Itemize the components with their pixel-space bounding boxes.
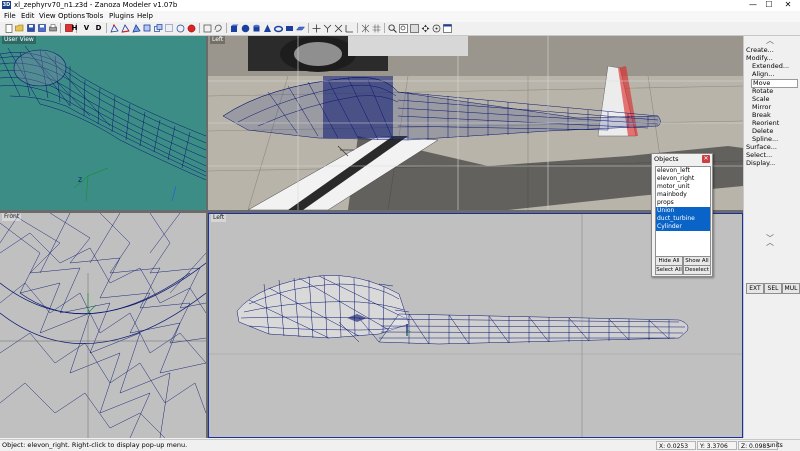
cmd-break[interactable]: Break xyxy=(752,111,771,119)
create-cylinder-icon[interactable] xyxy=(252,23,261,33)
cmd-mirror[interactable]: Mirror xyxy=(752,103,771,111)
coord-y: Y: 3.3706 xyxy=(697,441,737,450)
cmd-modify[interactable]: Modify... xyxy=(746,54,773,62)
create-plane-icon[interactable] xyxy=(296,23,305,33)
units-label: units xyxy=(768,442,783,449)
mode-sel-button[interactable]: SEL xyxy=(764,283,782,294)
deselect-button[interactable]: Deselect xyxy=(683,265,711,275)
window-title: xl_zephyrv70_n1.z3d - Zanoza Modeler v1.… xyxy=(14,1,178,9)
rotate-tool-icon[interactable] xyxy=(323,23,332,33)
close-window-button[interactable]: ✕ xyxy=(778,0,798,10)
list-item-props[interactable]: props xyxy=(656,199,710,207)
app-icon: 3D xyxy=(2,1,11,9)
print-icon[interactable] xyxy=(48,23,57,33)
view-v-button[interactable]: V xyxy=(82,23,91,33)
cmd-align[interactable]: Align... xyxy=(752,70,775,78)
expand-up-icon[interactable]: ︿ xyxy=(766,239,774,247)
lasso-icon[interactable] xyxy=(214,23,223,33)
select-object-icon[interactable] xyxy=(143,23,152,33)
axis-tool-icon[interactable] xyxy=(345,23,354,33)
mode-mul-button[interactable]: MUL xyxy=(782,283,800,294)
cmd-extended[interactable]: Extended... xyxy=(752,62,789,70)
open-file-icon[interactable] xyxy=(15,23,24,33)
select-group-icon[interactable] xyxy=(154,23,163,33)
scale-tool-icon[interactable] xyxy=(334,23,343,33)
menu-tools[interactable]: Tools xyxy=(86,12,103,21)
command-panel: ︿ Create... Modify... Extended... Align.… xyxy=(743,36,800,438)
save-as-icon[interactable] xyxy=(37,23,46,33)
cmd-surface[interactable]: Surface... xyxy=(746,143,777,151)
list-item-elevon-left[interactable]: elevon_left xyxy=(656,167,710,175)
cmd-delete[interactable]: Delete xyxy=(752,127,773,135)
mode-ext-button[interactable]: EXT xyxy=(746,283,764,294)
save-icon[interactable] xyxy=(26,23,35,33)
select-all-icon[interactable] xyxy=(165,23,174,33)
cmd-spline[interactable]: Spline... xyxy=(752,135,778,143)
select-face-icon[interactable] xyxy=(132,23,141,33)
box-select-icon[interactable] xyxy=(203,23,212,33)
viewport-label-front: Front xyxy=(2,213,22,221)
create-torus-icon[interactable] xyxy=(274,23,283,33)
mesh-grid-icon[interactable] xyxy=(372,23,381,33)
pan-icon[interactable] xyxy=(421,23,430,33)
viewport-front[interactable]: Front xyxy=(0,213,206,438)
list-item-mainbody[interactable]: mainbody xyxy=(656,191,710,199)
create-cone-icon[interactable] xyxy=(263,23,272,33)
zoom-extents-icon[interactable] xyxy=(399,23,408,33)
objects-window: Objects ✕ elevon_left elevon_right motor… xyxy=(651,153,713,277)
zoom-icon[interactable] xyxy=(388,23,397,33)
select-edge-icon[interactable] xyxy=(121,23,130,33)
create-tube-icon[interactable] xyxy=(285,23,294,33)
menu-help[interactable]: Help xyxy=(137,12,153,21)
viewport-label-left: Left xyxy=(211,214,227,222)
minimize-button[interactable]: — xyxy=(746,0,760,10)
menu-bar: File Edit View Options Tools Plugins Hel… xyxy=(0,11,800,22)
select-region-icon[interactable] xyxy=(176,23,185,33)
objects-list[interactable]: elevon_left elevon_right motor_unit main… xyxy=(655,166,711,260)
viewport-user-view[interactable]: Z User View xyxy=(0,36,206,210)
cmd-scale[interactable]: Scale xyxy=(752,95,770,103)
view-d-button[interactable]: D xyxy=(94,23,103,33)
view-h-button[interactable]: H xyxy=(70,23,79,33)
status-message: Object: elevon_right. Right-click to dis… xyxy=(2,441,188,449)
status-bar: Object: elevon_right. Right-click to dis… xyxy=(0,439,800,451)
list-item-motor-unit[interactable]: motor_unit xyxy=(656,183,710,191)
list-item-union[interactable]: Union xyxy=(656,207,710,215)
objects-close-icon[interactable]: ✕ xyxy=(702,155,710,163)
maximize-viewport-icon[interactable] xyxy=(443,23,452,33)
objects-window-title: Objects xyxy=(654,155,679,163)
svg-text:Z: Z xyxy=(78,177,82,184)
cmd-rotate[interactable]: Rotate xyxy=(752,87,773,95)
toolbar: H V D xyxy=(0,22,800,36)
move-tool-icon[interactable] xyxy=(312,23,321,33)
collapse-up-icon[interactable]: ︿ xyxy=(766,37,774,45)
create-sphere-icon[interactable] xyxy=(241,23,250,33)
select-vertex-icon[interactable] xyxy=(110,23,119,33)
new-file-icon[interactable] xyxy=(4,23,13,33)
viewport-label-left-photo: Left xyxy=(210,36,226,44)
cmd-reorient[interactable]: Reorient xyxy=(752,119,779,127)
select-all-button[interactable]: Select All xyxy=(655,265,683,275)
menu-plugins[interactable]: Plugins xyxy=(109,12,134,21)
render-sphere-icon[interactable] xyxy=(187,23,196,33)
menu-options[interactable]: Options xyxy=(58,12,85,21)
list-item-cylinder[interactable]: Cylinder xyxy=(656,223,710,231)
zoom-selected-icon[interactable] xyxy=(410,23,419,33)
wireframe-mode-icon[interactable] xyxy=(361,23,370,33)
viewport-label-user-view: User View xyxy=(2,36,36,44)
cmd-display[interactable]: Display... xyxy=(746,159,775,167)
list-item-duct-turbine[interactable]: duct_turbine xyxy=(656,215,710,223)
cmd-create[interactable]: Create... xyxy=(746,46,774,54)
menu-view[interactable]: View xyxy=(39,12,56,21)
create-box-icon[interactable] xyxy=(230,23,239,33)
menu-file[interactable]: File xyxy=(4,12,16,21)
viewport-area: Z User View Left Front Left xyxy=(0,36,743,438)
list-item-elevon-right[interactable]: elevon_right xyxy=(656,175,710,183)
orbit-icon[interactable] xyxy=(432,23,441,33)
maximize-button[interactable]: ☐ xyxy=(762,0,776,10)
cmd-select[interactable]: Select... xyxy=(746,151,772,159)
coord-x: X: 0.0253 xyxy=(656,441,696,450)
menu-edit[interactable]: Edit xyxy=(21,12,35,21)
